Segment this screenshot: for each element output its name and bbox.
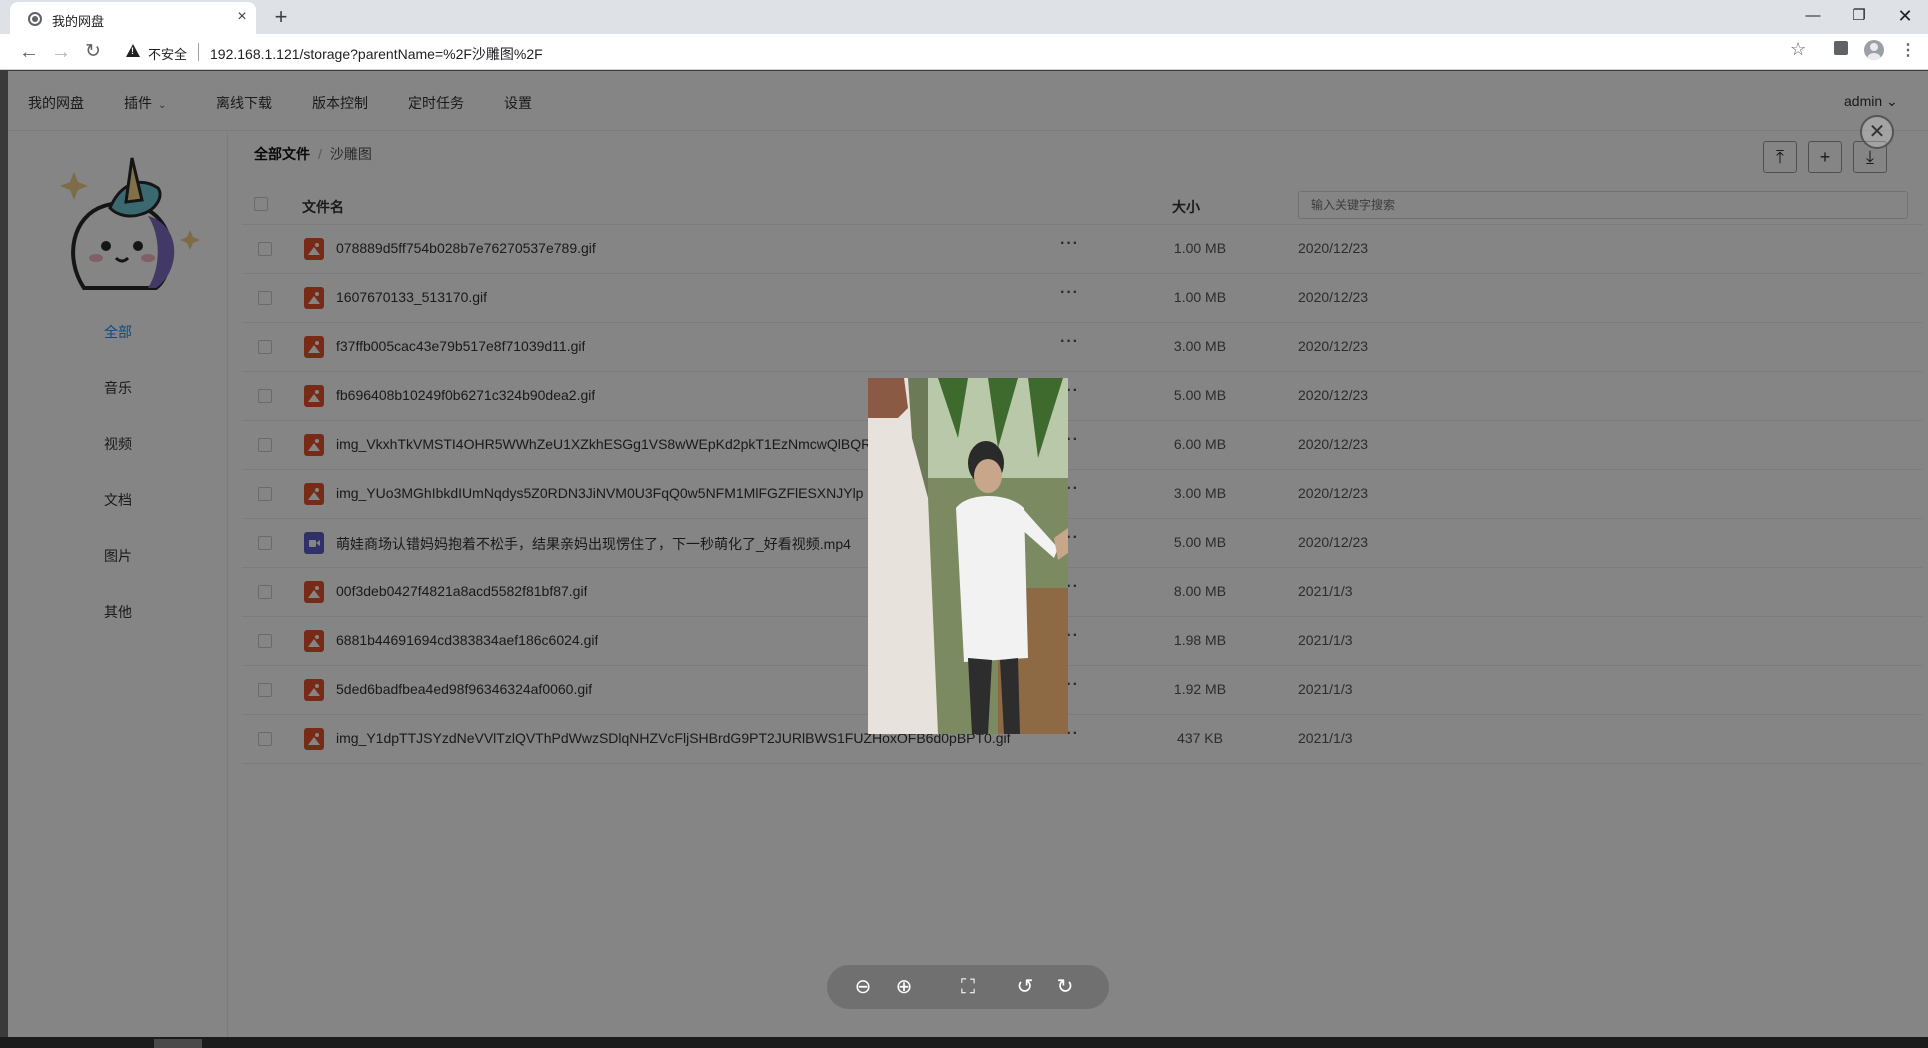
- tab-close-button[interactable]: ×: [232, 7, 252, 27]
- warning-icon: [126, 44, 140, 57]
- browser-tab[interactable]: 我的网盘 ×: [10, 2, 256, 34]
- profile-avatar-icon[interactable]: [1864, 40, 1884, 60]
- close-icon[interactable]: ✕: [1860, 115, 1894, 149]
- viewer-toolbar: ⊖ ⊕ ⛶ ↺ ↻: [827, 965, 1109, 1009]
- browser-window: 我的网盘 × + — ❐ ✕ ← → ↻ 不安全 192.168.1.121/s…: [0, 0, 1928, 1048]
- new-tab-button[interactable]: +: [268, 4, 294, 30]
- rotate-right-icon[interactable]: ↻: [1051, 973, 1079, 1001]
- os-taskbar: [0, 1037, 1928, 1048]
- window-minimize-button[interactable]: —: [1790, 2, 1836, 30]
- taskbar-item[interactable]: [154, 1039, 202, 1048]
- window-restore-button[interactable]: ❐: [1836, 2, 1882, 30]
- reload-icon[interactable]: ↻: [80, 39, 106, 65]
- bookmark-star-icon[interactable]: ☆: [1790, 39, 1806, 60]
- back-arrow-icon[interactable]: ←: [16, 39, 42, 65]
- page-content: 我的网盘 插件 ⌄ 离线下载 版本控制 定时任务 设置 admin ⌄ 全部 音…: [8, 71, 1928, 1037]
- image-viewer-overlay[interactable]: ✕ ⊖ ⊕ ⛶ ↺ ↻: [8, 71, 1928, 1037]
- address-divider: [198, 43, 199, 61]
- zoom-in-icon[interactable]: ⊕: [890, 973, 918, 1001]
- url-text[interactable]: 192.168.1.121/storage?parentName=%2F沙雕图%…: [210, 44, 543, 64]
- globe-icon: [28, 12, 42, 26]
- browser-toolbar: ← → ↻ 不安全 192.168.1.121/storage?parentNa…: [0, 34, 1928, 70]
- rotate-left-icon[interactable]: ↺: [1011, 973, 1039, 1001]
- address-bar[interactable]: 不安全 192.168.1.121/storage?parentName=%2F…: [112, 39, 1802, 65]
- fit-screen-icon[interactable]: ⛶: [954, 973, 982, 1001]
- window-close-button[interactable]: ✕: [1882, 2, 1928, 30]
- forward-arrow-icon[interactable]: →: [48, 39, 74, 65]
- tab-title: 我的网盘: [52, 14, 105, 29]
- zoom-out-icon[interactable]: ⊖: [849, 973, 877, 1001]
- insecure-label[interactable]: 不安全: [148, 44, 187, 63]
- tab-strip: 我的网盘 × + — ❐ ✕: [0, 0, 1928, 34]
- extensions-puzzle-icon[interactable]: [1834, 41, 1848, 55]
- preview-image: [868, 378, 1068, 734]
- browser-menu-icon[interactable]: ⋮: [1900, 40, 1916, 60]
